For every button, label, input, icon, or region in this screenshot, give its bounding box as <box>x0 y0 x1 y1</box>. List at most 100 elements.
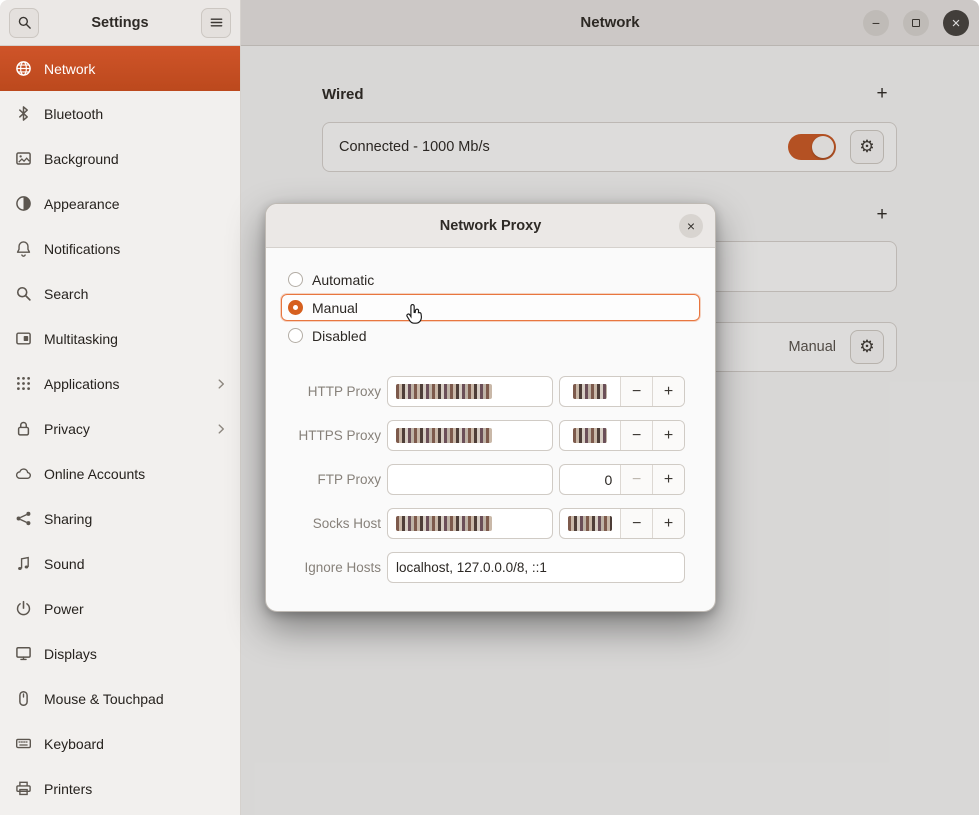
ftp-proxy-port-spinbutton: 0−+ <box>559 464 685 495</box>
sidebar-item-mouse-touchpad[interactable]: Mouse & Touchpad <box>0 676 240 721</box>
window-controls: − × <box>863 0 969 46</box>
online-accounts-icon <box>15 465 32 482</box>
field-label: HTTPS Proxy <box>266 428 381 443</box>
field-row-https-proxy: HTTPS Proxy −+ <box>266 420 685 451</box>
sidebar-item-multitasking[interactable]: Multitasking <box>0 316 240 361</box>
redacted-text <box>568 516 612 531</box>
increment-button[interactable]: + <box>652 377 684 406</box>
sidebar-item-label: Sharing <box>44 511 92 527</box>
field-row-ignore-hosts: Ignore Hostslocalhost, 127.0.0.0/8, ::1 <box>266 552 685 583</box>
sidebar-item-network[interactable]: Network <box>0 46 240 91</box>
dialog-title: Network Proxy <box>440 218 542 234</box>
sidebar-item-label: Power <box>44 601 84 617</box>
sidebar-item-bluetooth[interactable]: Bluetooth <box>0 91 240 136</box>
https-proxy-input[interactable] <box>387 420 553 451</box>
sidebar-item-sound[interactable]: Sound <box>0 541 240 586</box>
close-icon: × <box>952 15 961 32</box>
displays-icon <box>15 645 32 662</box>
increment-button[interactable]: + <box>652 465 684 494</box>
search-icon <box>17 15 32 30</box>
sidebar-item-privacy[interactable]: Privacy <box>0 406 240 451</box>
redacted-text <box>396 428 492 443</box>
socks-host-input[interactable] <box>387 508 553 539</box>
redacted-text <box>396 516 492 531</box>
settings-window: Settings NetworkBluetoothBackgroundAppea… <box>0 0 979 815</box>
sidebar-item-notifications[interactable]: Notifications <box>0 226 240 271</box>
close-button[interactable]: × <box>943 10 969 36</box>
proxy-method-disabled[interactable]: Disabled <box>281 322 700 349</box>
ignore-hosts-input[interactable]: localhost, 127.0.0.0/8, ::1 <box>387 552 685 583</box>
redacted-text <box>573 384 607 399</box>
proxy-method-list: Automatic Manual Disabled <box>266 248 715 349</box>
decrement-button[interactable]: − <box>620 421 652 450</box>
radio-label: Automatic <box>312 272 374 288</box>
plus-icon: + <box>876 204 887 226</box>
wired-connection-label: Connected - 1000 Mb/s <box>339 139 490 155</box>
menu-button[interactable] <box>201 8 231 38</box>
increment-button[interactable]: + <box>652 421 684 450</box>
field-label: HTTP Proxy <box>266 384 381 399</box>
gear-icon: ⚙ <box>859 137 874 157</box>
printers-icon <box>15 780 32 797</box>
sidebar-list: NetworkBluetooth Background AppearanceNoti… <box>0 46 240 815</box>
maximize-button[interactable] <box>903 10 929 36</box>
sidebar-item-sharing[interactable]: Sharing <box>0 496 240 541</box>
ftp-proxy-input[interactable] <box>387 464 553 495</box>
sidebar-item-displays[interactable]: Displays <box>0 631 240 676</box>
proxy-method-manual[interactable]: Manual <box>281 294 700 321</box>
sidebar-item-label: Displays <box>44 646 97 662</box>
sidebar: Settings NetworkBluetoothBackgroundAppea… <box>0 0 241 815</box>
port-value[interactable] <box>560 421 620 450</box>
radio-unchecked-icon <box>288 272 303 287</box>
sidebar-item-power[interactable]: Power <box>0 586 240 631</box>
background-icon <box>15 150 32 167</box>
redacted-text <box>573 428 607 443</box>
port-value[interactable]: 0 <box>560 465 620 494</box>
cursor-pointer-icon <box>402 302 425 329</box>
privacy-icon <box>15 420 32 437</box>
increment-button[interactable]: + <box>652 509 684 538</box>
search-button[interactable] <box>9 8 39 38</box>
sidebar-item-background[interactable]: Background <box>0 136 240 181</box>
sidebar-item-keyboard[interactable]: Keyboard <box>0 721 240 766</box>
port-value[interactable] <box>560 509 620 538</box>
add-wired-connection-button[interactable]: + <box>870 82 894 106</box>
main-header: Network − × <box>241 0 979 46</box>
wired-settings-button[interactable]: ⚙ <box>850 130 884 164</box>
sidebar-item-label: Online Accounts <box>44 466 145 482</box>
field-row-http-proxy: HTTP Proxy −+ <box>266 376 685 407</box>
sidebar-item-search[interactable]: Search <box>0 271 240 316</box>
sidebar-item-label: Privacy <box>44 421 90 437</box>
dialog-close-button[interactable]: × <box>679 214 703 238</box>
sidebar-item-label: Applications <box>44 376 120 392</box>
sidebar-item-label: Printers <box>44 781 92 797</box>
http-proxy-input[interactable] <box>387 376 553 407</box>
port-value[interactable] <box>560 377 620 406</box>
sidebar-item-label: Sound <box>44 556 84 572</box>
wired-toggle-switch[interactable] <box>788 134 836 160</box>
http-proxy-port-spinbutton: −+ <box>559 376 685 407</box>
proxy-settings-button[interactable]: ⚙ <box>850 330 884 364</box>
minimize-icon: − <box>872 15 880 31</box>
close-icon: × <box>687 218 695 234</box>
decrement-button[interactable]: − <box>620 509 652 538</box>
sidebar-item-online-accounts[interactable]: Online Accounts <box>0 451 240 496</box>
decrement-button[interactable]: − <box>620 465 652 494</box>
sidebar-item-label: Mouse & Touchpad <box>44 691 164 707</box>
decrement-button[interactable]: − <box>620 377 652 406</box>
sidebar-item-label: Background <box>44 151 119 167</box>
wired-connection-row: Connected - 1000 Mb/s ⚙ <box>322 122 897 172</box>
sidebar-item-appearance[interactable]: Appearance <box>0 181 240 226</box>
input-value: localhost, 127.0.0.0/8, ::1 <box>396 560 547 575</box>
wired-section-heading: Wired <box>322 86 364 103</box>
sidebar-item-applications[interactable]: Applications <box>0 361 240 406</box>
sidebar-item-printers[interactable]: Printers <box>0 766 240 811</box>
field-label: FTP Proxy <box>266 472 381 487</box>
proxy-method-automatic[interactable]: Automatic <box>281 266 700 293</box>
radio-label: Disabled <box>312 328 366 344</box>
minimize-button[interactable]: − <box>863 10 889 36</box>
field-row-socks-host: Socks Host−+ <box>266 508 685 539</box>
applications-icon <box>15 375 32 392</box>
network-proxy-dialog: Network Proxy × AutomaticManualDisabled … <box>265 203 716 612</box>
add-vpn-button[interactable]: + <box>870 203 894 227</box>
